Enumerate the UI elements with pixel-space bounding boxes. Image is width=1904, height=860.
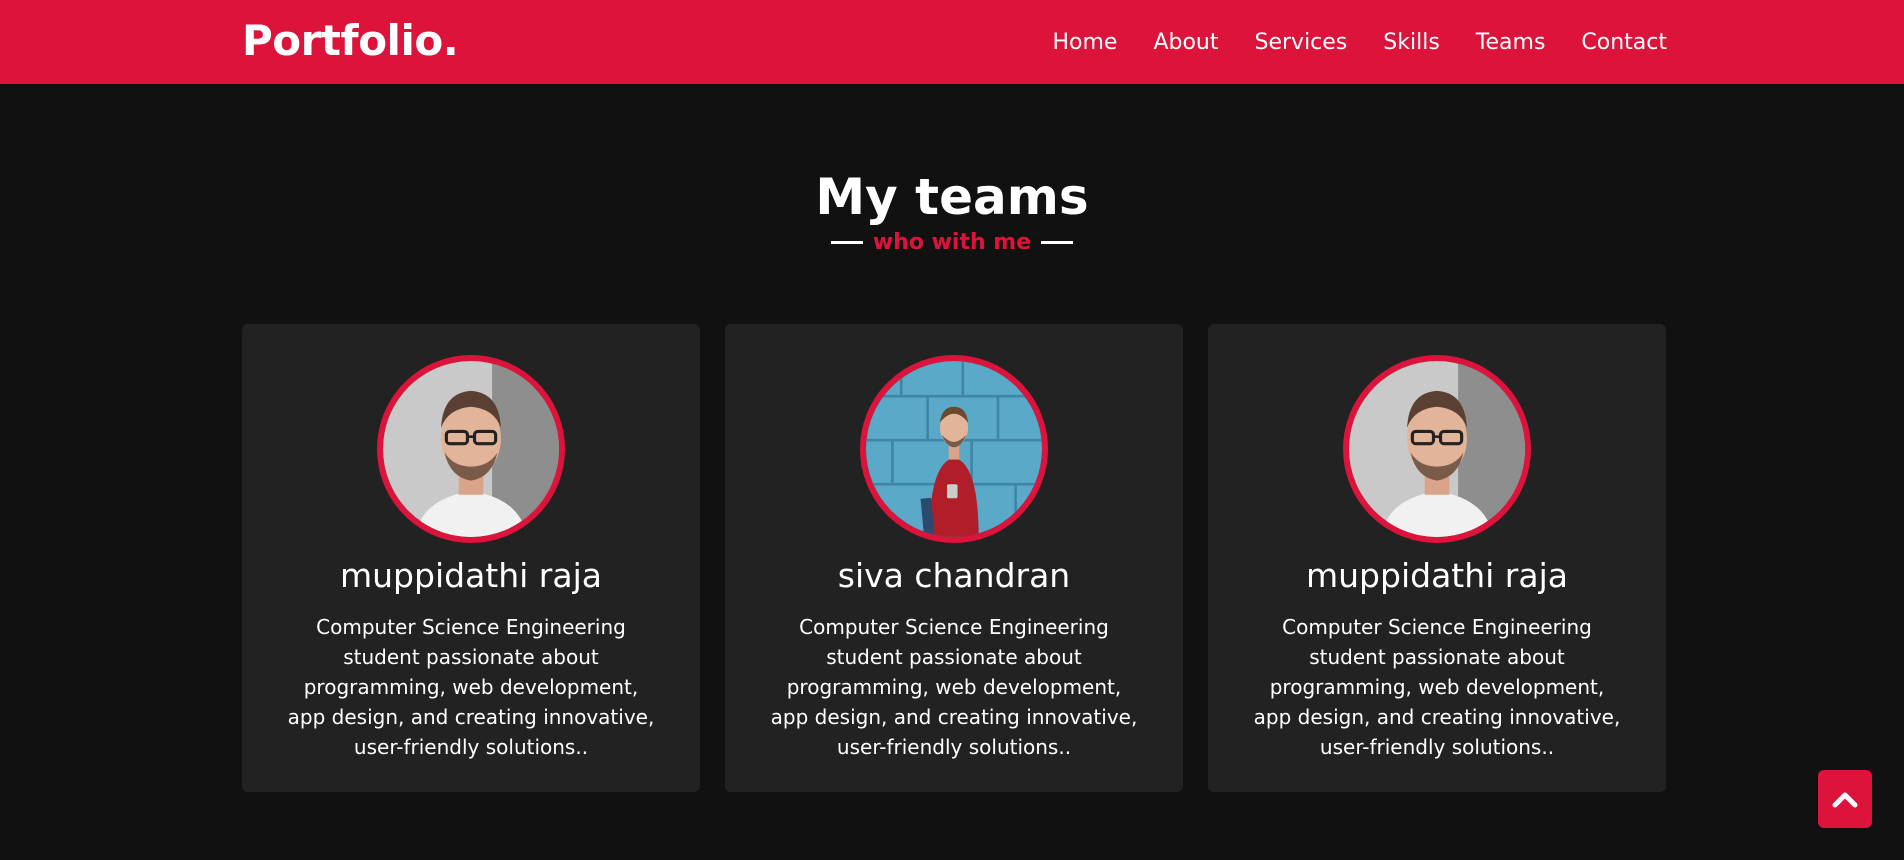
team-card: muppidathi raja Computer Science Enginee… xyxy=(242,324,700,792)
chevron-up-icon xyxy=(1832,792,1858,808)
nav-menu: Home About Services Skills Teams Contact xyxy=(1052,0,1667,84)
nav-teams[interactable]: Teams xyxy=(1476,30,1546,55)
member-name: siva chandran xyxy=(837,556,1071,595)
navbar: Portfolio. Home About Services Skills Te… xyxy=(0,0,1904,84)
nav-services[interactable]: Services xyxy=(1255,30,1348,55)
subtitle-divider-left xyxy=(830,241,863,244)
member-description: Computer Science Engineering student pas… xyxy=(287,615,655,759)
team-cards: muppidathi raja Computer Science Enginee… xyxy=(242,324,1666,792)
nav-home[interactable]: Home xyxy=(1052,30,1117,55)
member-description: Computer Science Engineering student pas… xyxy=(1253,615,1621,759)
nav-about[interactable]: About xyxy=(1153,30,1218,55)
team-card: siva chandran Computer Science Engineeri… xyxy=(725,324,1183,792)
member-name: muppidathi raja xyxy=(340,556,602,595)
scroll-top-button[interactable] xyxy=(1818,770,1872,828)
subtitle-divider-right xyxy=(1041,241,1074,244)
section-title: My teams xyxy=(815,168,1089,226)
avatar xyxy=(860,355,1048,543)
avatar xyxy=(377,355,565,543)
nav-contact[interactable]: Contact xyxy=(1581,30,1667,55)
team-card: muppidathi raja Computer Science Enginee… xyxy=(1208,324,1666,792)
member-name: muppidathi raja xyxy=(1306,556,1568,595)
nav-skills[interactable]: Skills xyxy=(1383,30,1440,55)
member-description: Computer Science Engineering student pas… xyxy=(770,615,1138,759)
section-subtitle: who with me xyxy=(0,230,1904,255)
brand-logo[interactable]: Portfolio. xyxy=(242,16,459,65)
subtitle-text: who with me xyxy=(872,230,1032,255)
avatar xyxy=(1343,355,1531,543)
